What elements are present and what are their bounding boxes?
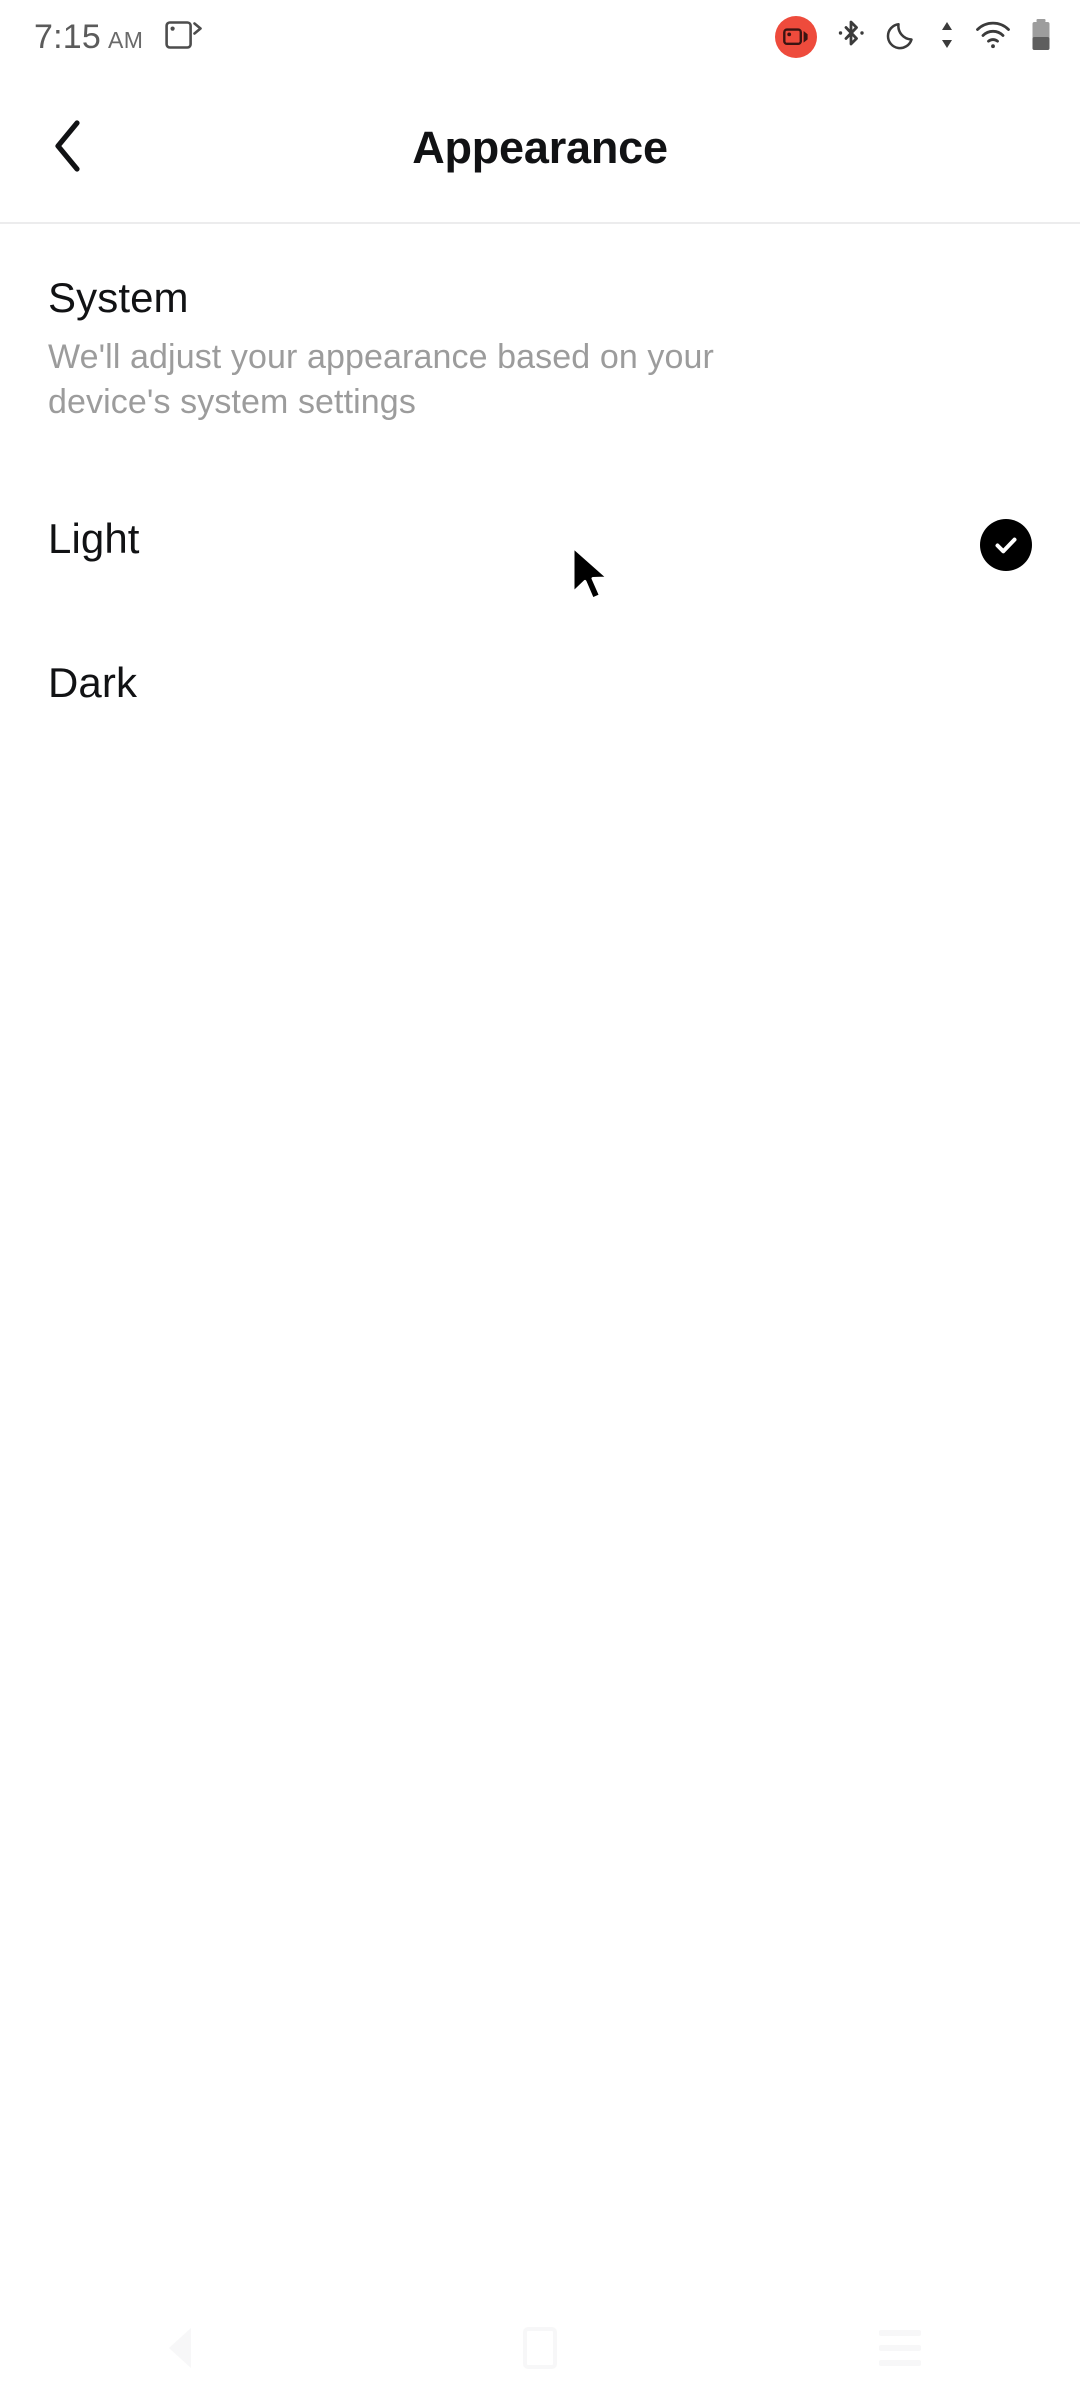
- option-row-light[interactable]: Light: [0, 425, 1080, 571]
- option-description-system: We'll adjust your appearance based on yo…: [48, 338, 714, 421]
- status-bar: 7:15 AM: [0, 0, 1080, 74]
- battery-icon: [1030, 18, 1052, 57]
- option-row-dark[interactable]: Dark: [0, 571, 1080, 715]
- option-text-dark: Dark: [48, 659, 137, 706]
- page-title: Appearance: [412, 122, 668, 173]
- nav-recents-icon: [879, 2330, 921, 2366]
- option-label-system: System: [48, 274, 189, 321]
- status-bar-left: 7:15 AM: [34, 20, 203, 55]
- check-circle-icon-light: [980, 518, 1032, 571]
- status-bar-right: [775, 16, 1052, 58]
- system-navigation-bar: [0, 2296, 1080, 2400]
- option-label-dark: Dark: [48, 658, 138, 706]
- appearance-options-list: System We'll adjust your appearance base…: [0, 226, 1080, 715]
- phone-screen: 7:15 AM Appearance System We'll adjust y…: [0, 0, 1080, 2400]
- data-transfer-arrows-icon: [938, 19, 956, 56]
- screen-cast-icon: [165, 20, 203, 55]
- screen-recording-icon: [775, 16, 817, 58]
- status-bar-clock: 7:15 AM: [34, 20, 143, 54]
- clock-ampm: AM: [107, 27, 144, 53]
- nav-home-icon: [523, 2327, 557, 2369]
- option-text-light: Light: [48, 515, 140, 562]
- app-bar: Appearance: [0, 74, 1080, 224]
- nav-back-icon: [169, 2328, 191, 2368]
- option-label-light: Light: [48, 514, 140, 562]
- option-row-system[interactable]: System We'll adjust your appearance base…: [0, 226, 1080, 425]
- clock-time: 7:15: [34, 18, 101, 56]
- bluetooth-icon: [836, 18, 866, 57]
- wifi-icon: [975, 20, 1011, 55]
- option-text-system: System We'll adjust your appearance base…: [48, 274, 778, 425]
- do-not-disturb-moon-icon: [885, 18, 919, 57]
- nav-back-button[interactable]: [120, 2308, 240, 2388]
- nav-recents-button[interactable]: [840, 2308, 960, 2388]
- nav-home-button[interactable]: [480, 2308, 600, 2388]
